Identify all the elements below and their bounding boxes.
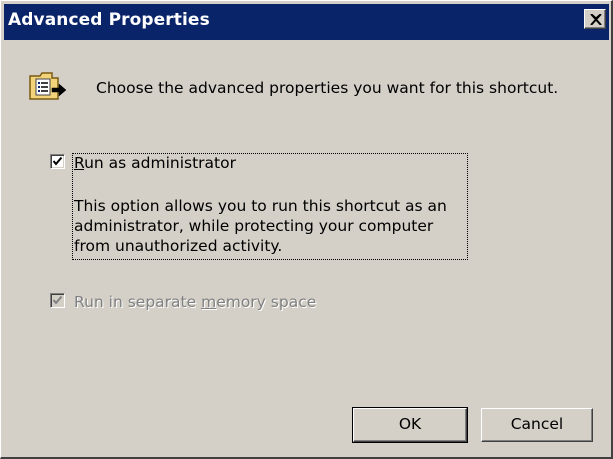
checkmark-icon — [52, 156, 63, 166]
ok-button[interactable]: OK — [352, 407, 468, 443]
run-as-admin-checkbox[interactable] — [50, 154, 65, 169]
run-as-admin-label[interactable]: Run as administrator — [74, 154, 236, 172]
close-button[interactable] — [584, 9, 606, 29]
advanced-properties-dialog: Advanced Properties Choose the advanced … — [0, 0, 613, 459]
label-text: emory space — [216, 293, 317, 311]
window-title: Advanced Properties — [8, 10, 210, 30]
label-text: Run in separate — [74, 293, 202, 311]
title-bar[interactable]: Advanced Properties — [4, 4, 609, 40]
run-as-admin-description: This option allows you to run this short… — [74, 197, 447, 255]
close-icon — [590, 14, 602, 25]
cancel-button[interactable]: Cancel — [481, 408, 593, 442]
accelerator-char: R — [74, 154, 85, 172]
separate-memory-label: Run in separate memory space — [74, 293, 316, 311]
separate-memory-checkbox — [50, 293, 65, 308]
label-text: un as administrator — [84, 154, 236, 172]
accelerator-char: m — [201, 293, 217, 311]
shortcut-properties-icon — [28, 70, 68, 102]
checkmark-icon — [52, 295, 63, 305]
header-instruction: Choose the advanced properties you want … — [96, 79, 559, 97]
